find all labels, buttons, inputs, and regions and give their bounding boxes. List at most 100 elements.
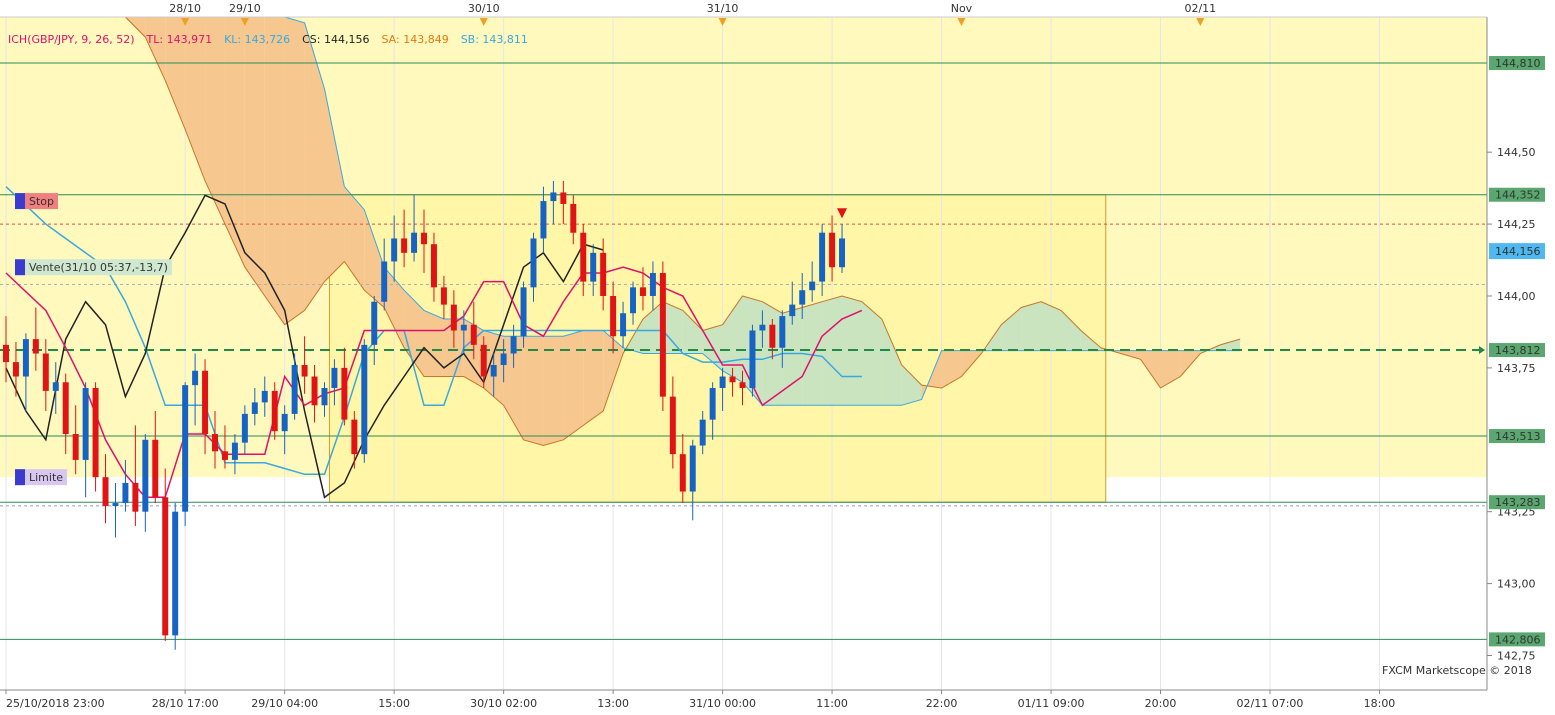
- candle-body: [799, 290, 806, 305]
- candle-body: [82, 388, 89, 460]
- x-tick-label: 30/10 02:00: [470, 697, 537, 710]
- cloud-segment: [244, 17, 265, 296]
- order-label: Limite: [29, 471, 63, 484]
- candle-body: [371, 301, 378, 345]
- cloud-segment: [523, 336, 544, 446]
- x-tick-label: 20:00: [1145, 697, 1177, 710]
- order-marker-vente[interactable]: Vente(31/10 05:37,-13,7): [15, 259, 172, 276]
- y-tick-label: 144,00: [1497, 290, 1536, 303]
- candle-body: [779, 316, 786, 348]
- candle-body: [550, 192, 557, 202]
- candle-body: [540, 201, 547, 239]
- candle-body: [301, 365, 308, 377]
- candle-body: [241, 413, 248, 443]
- order-handle-icon[interactable]: [15, 193, 25, 210]
- current-price-label: 144,156: [1495, 245, 1541, 258]
- candle-body: [709, 388, 716, 420]
- y-tick-label: 143,75: [1497, 362, 1536, 375]
- indicator-value: SA: 143,849: [381, 33, 448, 46]
- indicator-value: CS: 144,156: [302, 33, 369, 46]
- candle: [172, 503, 179, 650]
- order-label: Stop: [29, 195, 54, 208]
- date-label: 31/10: [707, 2, 739, 15]
- x-tick-label: 31/10 00:00: [689, 697, 756, 710]
- candle-body: [570, 203, 577, 233]
- candle-body: [311, 376, 318, 406]
- candle-body: [829, 232, 836, 268]
- watermark: FXCM Marketscope © 2018: [1382, 664, 1532, 677]
- candle-body: [639, 287, 646, 296]
- x-tick-label: 11:00: [816, 697, 848, 710]
- level-price-label: 144,810: [1495, 57, 1541, 70]
- candle-body: [182, 385, 189, 512]
- candle-body: [460, 324, 467, 331]
- candle-body: [281, 413, 288, 432]
- order-label: Vente(31/10 05:37,-13,7): [29, 261, 168, 274]
- candle-body: [430, 244, 437, 288]
- cloud-segment: [1021, 301, 1042, 351]
- level-price-label: 142,806: [1495, 633, 1541, 646]
- candle: [659, 261, 666, 412]
- candle-body: [12, 362, 19, 377]
- candle-body: [500, 353, 507, 366]
- candle-body: [351, 419, 358, 455]
- x-tick-label: 25/10/2018 23:00: [6, 697, 105, 710]
- candle-body: [590, 252, 597, 282]
- candle-body: [490, 365, 497, 377]
- candle-body: [600, 252, 607, 296]
- candle-body: [212, 434, 218, 452]
- x-tick-label: 22:00: [926, 697, 958, 710]
- candle-body: [421, 232, 427, 245]
- candle-body: [580, 232, 587, 282]
- candle-body: [401, 238, 408, 253]
- candle-body: [560, 192, 567, 204]
- candle-body: [162, 497, 169, 636]
- candle-body: [610, 295, 617, 337]
- cloud-segment: [583, 330, 604, 426]
- candle-body: [42, 353, 49, 391]
- candle-body: [530, 238, 537, 288]
- candle-body: [510, 336, 517, 354]
- candle-body: [480, 344, 487, 377]
- candle-body: [361, 344, 368, 455]
- candle-body: [172, 511, 179, 636]
- chart-canvas[interactable]: Stop Vente(31/10 05:37,-13,7) Limite 144,5…: [0, 0, 1555, 715]
- candle: [271, 382, 278, 440]
- date-label: 02/11: [1184, 2, 1216, 15]
- candle-body: [331, 367, 338, 389]
- candle-body: [819, 232, 826, 282]
- candle-body: [411, 232, 418, 253]
- x-tick-label: 02/11 07:00: [1237, 697, 1304, 710]
- candle-body: [759, 324, 766, 331]
- candle-body: [470, 324, 477, 345]
- candle: [92, 382, 99, 492]
- order-handle-icon[interactable]: [15, 259, 25, 276]
- candle-body: [440, 287, 447, 305]
- candle-body: [669, 396, 676, 455]
- cloud-segment: [543, 336, 564, 446]
- candle-body: [102, 477, 109, 506]
- order-marker-stop[interactable]: Stop: [15, 193, 59, 210]
- candle-body: [251, 402, 258, 414]
- y-tick-label: 143,00: [1497, 578, 1536, 591]
- x-tick-label: 28/10 17:00: [152, 697, 219, 710]
- ichimoku-chart[interactable]: Stop Vente(31/10 05:37,-13,7) Limite 144,5…: [0, 0, 1555, 715]
- candle-body: [620, 313, 627, 337]
- candle-body: [381, 261, 388, 302]
- candle-body: [659, 272, 666, 397]
- order-marker-limite[interactable]: Limite: [15, 469, 68, 486]
- candle-body: [809, 281, 816, 291]
- candle-body: [221, 451, 228, 460]
- candle-body: [192, 370, 199, 386]
- candle-body: [769, 324, 776, 348]
- indicator-value: TL: 143,971: [146, 33, 213, 46]
- candle-body: [22, 339, 29, 377]
- cloud-segment: [424, 310, 444, 377]
- candle-body: [341, 367, 348, 420]
- y-tick-label: 144,50: [1497, 146, 1536, 159]
- x-tick-label: 18:00: [1364, 697, 1396, 710]
- level-price-label: 143,513: [1495, 430, 1541, 443]
- y-tick-label: 142,75: [1497, 649, 1536, 662]
- order-handle-icon[interactable]: [15, 469, 25, 486]
- candle-body: [789, 304, 796, 317]
